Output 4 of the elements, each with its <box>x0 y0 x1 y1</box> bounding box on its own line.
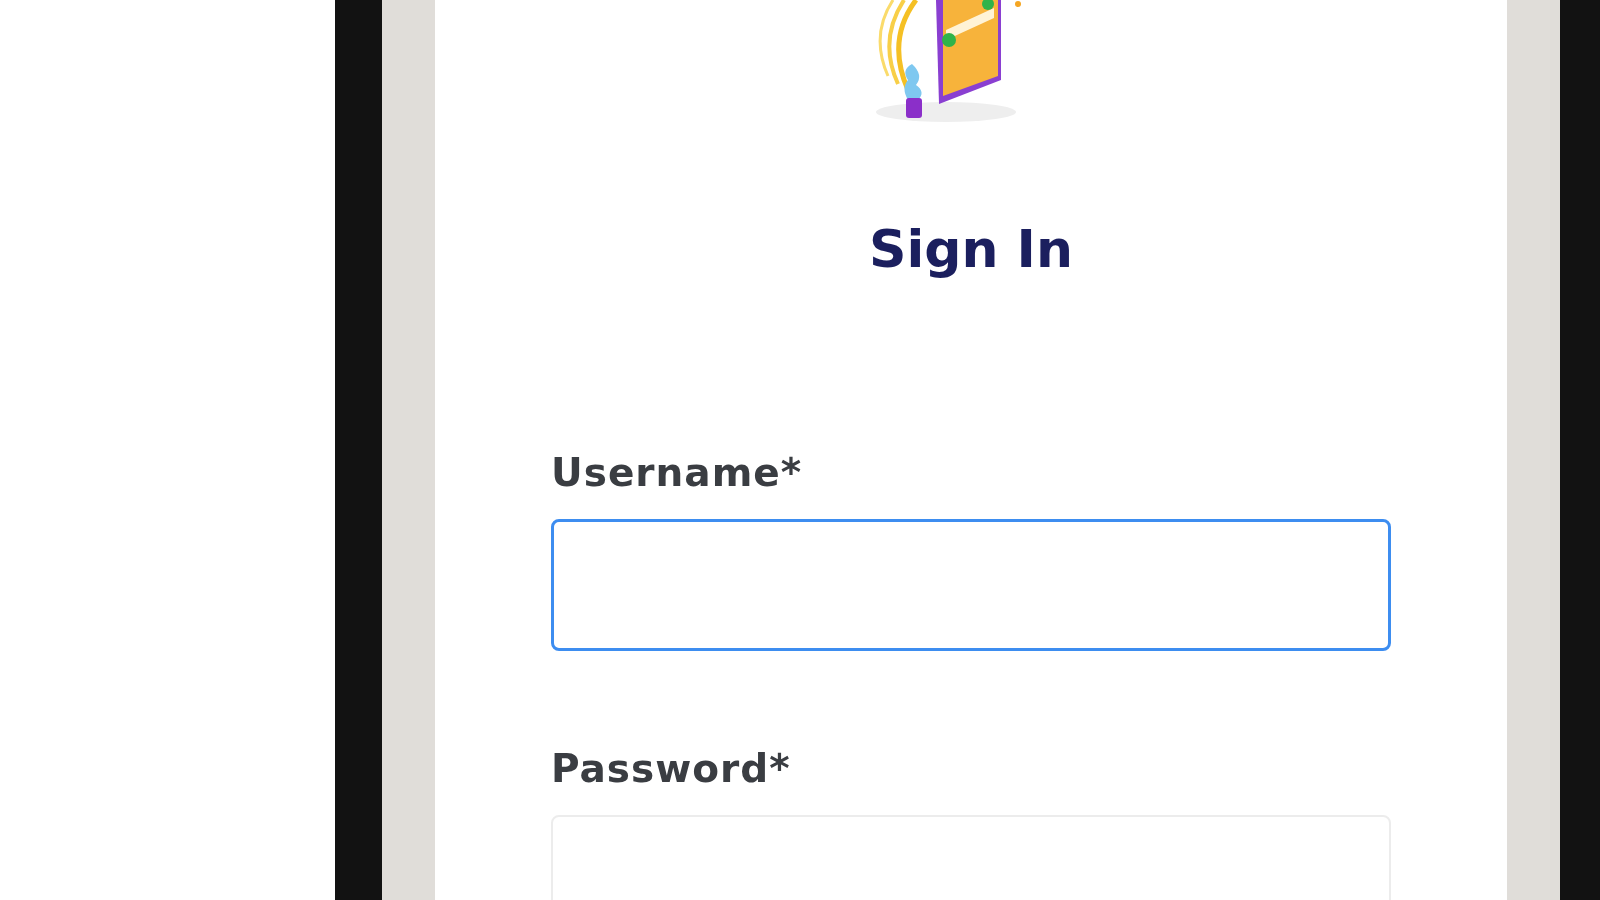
field-label: Username* <box>551 450 803 496</box>
sign-in-heading: Sign In <box>869 218 1073 281</box>
input-field[interactable] <box>551 519 1391 652</box>
field-label: Password* <box>551 746 791 792</box>
